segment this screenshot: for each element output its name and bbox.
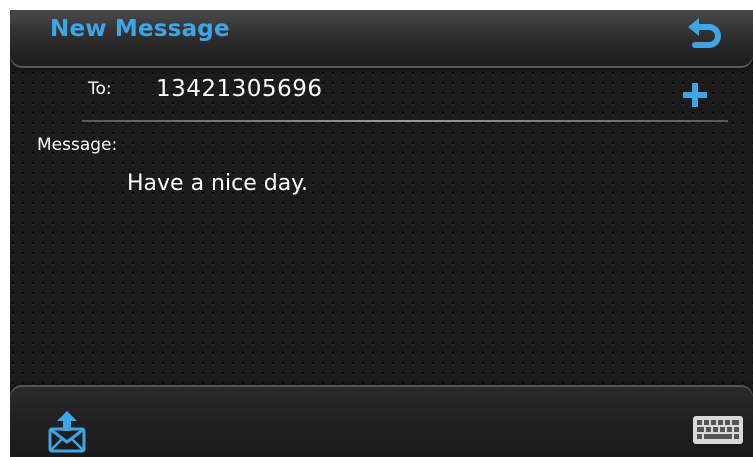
plus-icon xyxy=(683,83,707,107)
recipient-field[interactable] xyxy=(156,76,636,102)
send-button[interactable] xyxy=(46,409,88,453)
add-recipient-button[interactable] xyxy=(680,80,710,110)
back-arrow-icon xyxy=(688,18,721,48)
keyboard-button[interactable] xyxy=(692,413,744,447)
message-label: Message: xyxy=(37,135,118,155)
header-bar: New Message xyxy=(10,10,753,66)
new-message-screen: New Message To: Message: Have a nice day… xyxy=(10,10,753,457)
page-title: New Message xyxy=(50,16,230,42)
message-body-field[interactable]: Have a nice day. xyxy=(127,171,717,371)
back-button[interactable] xyxy=(682,16,726,56)
send-envelope-icon xyxy=(48,411,86,453)
keyboard-icon xyxy=(693,416,743,444)
footer-bar xyxy=(10,387,753,457)
recipient-label: To: xyxy=(88,79,112,99)
recipient-divider xyxy=(82,120,728,122)
